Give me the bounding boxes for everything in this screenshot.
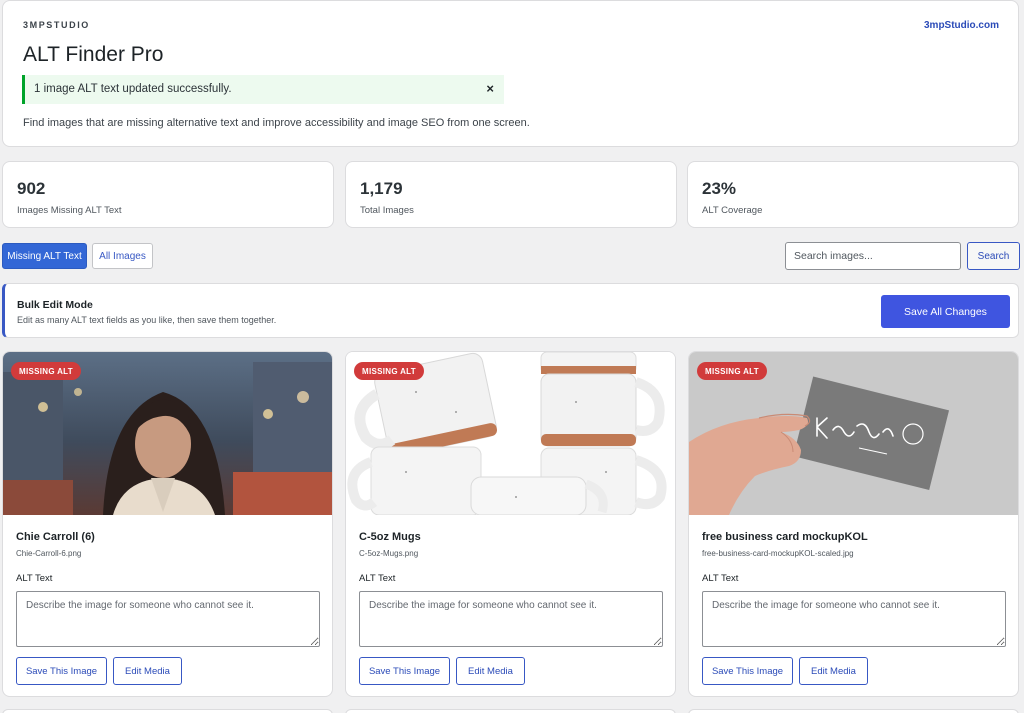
stat-value: 23% (702, 179, 737, 198)
image-card: MISSING ALT free business card mockupKOL… (688, 351, 1019, 697)
missing-alt-badge: MISSING ALT (697, 362, 767, 380)
image-card-partial (2, 709, 333, 713)
save-image-button[interactable]: Save This Image (16, 657, 107, 685)
image-card: MISSING ALT C-5oz Mugs C-5oz-Mugs.png AL… (345, 351, 676, 697)
image-title: Chie Carroll (6) (16, 531, 95, 543)
image-thumbnail: MISSING ALT (689, 352, 1018, 515)
brand-label: 3MPSTUDIO (23, 20, 90, 30)
edit-media-button[interactable]: Edit Media (113, 657, 182, 685)
image-title: free business card mockupKOL (702, 531, 868, 543)
bulk-edit-subtitle: Edit as many ALT text fields as you like… (17, 315, 277, 325)
stat-label: Images Missing ALT Text (17, 205, 122, 216)
alt-text-field[interactable] (702, 591, 1006, 647)
bulk-edit-title: Bulk Edit Mode (17, 299, 93, 311)
bulk-edit-bar: Bulk Edit Mode Edit as many ALT text fie… (2, 283, 1019, 338)
tab-all-images[interactable]: All Images (92, 243, 153, 269)
save-image-button[interactable]: Save This Image (702, 657, 793, 685)
save-image-button[interactable]: Save This Image (359, 657, 450, 685)
site-link[interactable]: 3mpStudio.com (924, 20, 999, 31)
image-filename: Chie-Carroll-6.png (16, 549, 82, 558)
success-notice: 1 image ALT text updated successfully. × (22, 75, 504, 104)
missing-alt-badge: MISSING ALT (354, 362, 424, 380)
image-card-partial (345, 709, 676, 713)
stat-total-images: 1,179 Total Images (345, 161, 677, 228)
tab-missing-alt[interactable]: Missing ALT Text (2, 243, 87, 269)
alt-text-label: ALT Text (359, 573, 396, 584)
stat-missing-alt: 902 Images Missing ALT Text (2, 161, 334, 228)
notice-text: 1 image ALT text updated successfully. (34, 83, 232, 95)
image-card: MISSING ALT Chie Carroll (6) Chie-Carrol… (2, 351, 333, 697)
stat-label: ALT Coverage (702, 205, 763, 216)
image-filename: C-5oz-Mugs.png (359, 549, 419, 558)
image-thumbnail: MISSING ALT (3, 352, 332, 515)
alt-text-field[interactable] (359, 591, 663, 647)
edit-media-button[interactable]: Edit Media (456, 657, 525, 685)
edit-media-button[interactable]: Edit Media (799, 657, 868, 685)
alt-text-label: ALT Text (16, 573, 53, 584)
image-filename: free-business-card-mockupKOL-scaled.jpg (702, 549, 854, 558)
page-title: ALT Finder Pro (23, 43, 164, 66)
search-button[interactable]: Search (967, 242, 1020, 270)
stat-alt-coverage: 23% ALT Coverage (687, 161, 1019, 228)
alt-text-field[interactable] (16, 591, 320, 647)
close-icon[interactable]: × (486, 82, 494, 96)
stat-label: Total Images (360, 205, 414, 216)
save-all-changes-button[interactable]: Save All Changes (881, 295, 1010, 328)
image-title: C-5oz Mugs (359, 531, 421, 543)
alt-text-label: ALT Text (702, 573, 739, 584)
search-input[interactable] (785, 242, 961, 270)
stat-value: 1,179 (360, 179, 403, 198)
header-panel: 3MPSTUDIO 3mpStudio.com ALT Finder Pro 1… (2, 0, 1019, 147)
missing-alt-badge: MISSING ALT (11, 362, 81, 380)
stat-value: 902 (17, 179, 46, 198)
page-description: Find images that are missing alternative… (23, 117, 530, 129)
image-card-partial (688, 709, 1019, 713)
image-thumbnail: MISSING ALT (346, 352, 675, 515)
